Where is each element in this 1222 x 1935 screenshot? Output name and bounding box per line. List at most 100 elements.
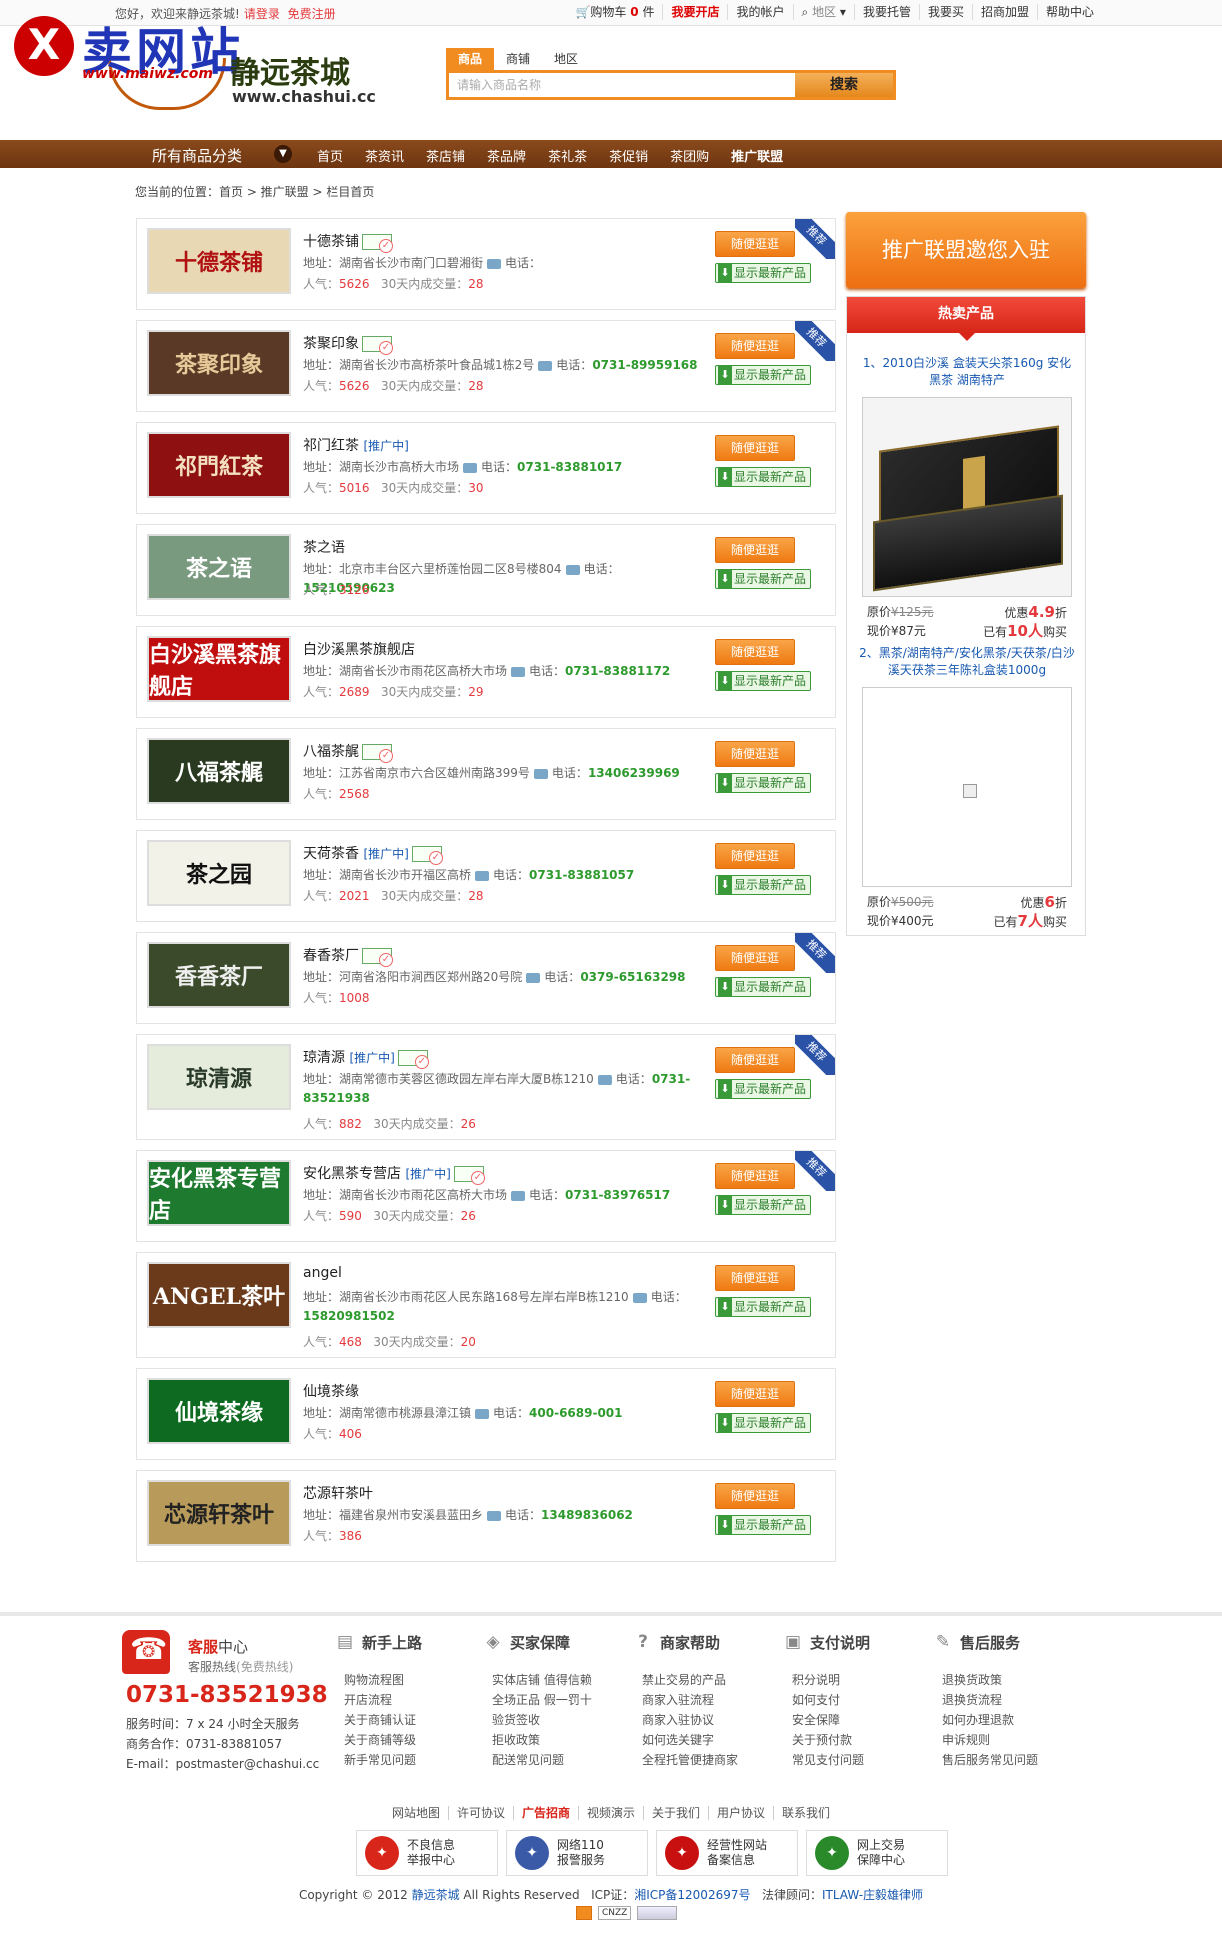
store-logo[interactable]: 芯源轩茶叶: [147, 1480, 291, 1546]
store-name[interactable]: 八福茶艉: [303, 741, 393, 763]
join-link[interactable]: 招商加盟: [971, 4, 1037, 20]
footer-link[interactable]: 售后服务常见问题: [942, 1750, 1082, 1770]
trust-badge[interactable]: ✦ 网络110 报警服务: [506, 1830, 648, 1876]
cnzz-badge[interactable]: CNZZ: [598, 1906, 632, 1920]
footer-link[interactable]: 关于商铺等级: [344, 1730, 484, 1750]
footer-link[interactable]: 退换货流程: [942, 1690, 1082, 1710]
trust-badge[interactable]: ✦ 不良信息 举报中心: [356, 1830, 498, 1876]
footer-link[interactable]: 全场正品 假一罚十: [492, 1690, 632, 1710]
store-name[interactable]: 茶之语: [303, 537, 345, 557]
show-new-products-button[interactable]: 显示最新产品: [715, 263, 811, 283]
show-new-products-button[interactable]: 显示最新产品: [715, 1413, 811, 1433]
law-link[interactable]: ITLAW-庄毅雄律师: [822, 1888, 923, 1902]
store-name[interactable]: 白沙溪黑茶旗舰店: [303, 639, 415, 659]
my-account-link[interactable]: 我的帐户: [727, 4, 792, 20]
visit-store-button[interactable]: 随便逛逛: [715, 1381, 795, 1407]
nav-item-news[interactable]: 茶资讯: [354, 146, 415, 165]
search-tab-shops[interactable]: 商铺: [494, 48, 542, 70]
buy-link[interactable]: 我要买: [918, 4, 972, 20]
footer-link[interactable]: 购物流程图: [344, 1670, 484, 1690]
nav-item-promotions[interactable]: 茶促销: [598, 146, 659, 165]
show-new-products-button[interactable]: 显示最新产品: [715, 773, 811, 793]
footer-link[interactable]: 如何支付: [792, 1690, 932, 1710]
nav-item-affiliate[interactable]: 推广联盟: [720, 146, 794, 165]
nav-item-shops[interactable]: 茶店铺: [415, 146, 476, 165]
store-logo[interactable]: 茶之语: [147, 534, 291, 600]
footer-link[interactable]: 关于商铺认证: [344, 1710, 484, 1730]
all-categories[interactable]: 所有商品分类: [152, 145, 242, 166]
nav-item-home[interactable]: 首页: [306, 146, 354, 165]
trust-badge[interactable]: ✦ 经营性网站 备案信息: [656, 1830, 798, 1876]
footer-link[interactable]: 商家入驻协议: [642, 1710, 782, 1730]
product-title[interactable]: 1、2010白沙溪 盒装天尖茶160g 安化黑茶 湖南特产: [859, 355, 1075, 389]
footer-link[interactable]: 如何办理退款: [942, 1710, 1082, 1730]
footer-link[interactable]: 商家入驻流程: [642, 1690, 782, 1710]
footer-link[interactable]: 积分说明: [792, 1670, 932, 1690]
store-logo[interactable]: 香香茶厂: [147, 942, 291, 1008]
show-new-products-button[interactable]: 显示最新产品: [715, 467, 811, 487]
show-new-products-button[interactable]: 显示最新产品: [715, 875, 811, 895]
nav-item-brands[interactable]: 茶品牌: [476, 146, 537, 165]
product-image[interactable]: [862, 687, 1072, 887]
footer-nav-link[interactable]: 视频演示: [577, 1806, 643, 1820]
footer-link[interactable]: 配送常见问题: [492, 1750, 632, 1770]
show-new-products-button[interactable]: 显示最新产品: [715, 1195, 811, 1215]
show-new-products-button[interactable]: 显示最新产品: [715, 671, 811, 691]
footer-link[interactable]: 申诉规则: [942, 1730, 1082, 1750]
footer-nav-link[interactable]: 用户协议: [708, 1806, 774, 1820]
store-name[interactable]: 春香茶厂: [303, 945, 393, 967]
store-name[interactable]: 天荷茶香 [推广中]: [303, 843, 443, 865]
store-name[interactable]: 茶聚印象: [303, 333, 393, 355]
visit-store-button[interactable]: 随便逛逛: [715, 1047, 795, 1073]
icp-link[interactable]: 湘ICP备12002697号: [634, 1888, 750, 1902]
product-title[interactable]: 2、黑茶/湖南特产/安化黑茶/天茯茶/白沙溪天茯茶三年陈礼盒装1000g: [859, 645, 1075, 679]
visit-store-button[interactable]: 随便逛逛: [715, 1483, 795, 1509]
visit-store-button[interactable]: 随便逛逛: [715, 435, 795, 461]
footer-link[interactable]: 开店流程: [344, 1690, 484, 1710]
show-new-products-button[interactable]: 显示最新产品: [715, 1297, 811, 1317]
footer-link[interactable]: 安全保障: [792, 1710, 932, 1730]
footer-link[interactable]: 拒收政策: [492, 1730, 632, 1750]
copyright-site[interactable]: 静远茶城: [412, 1888, 460, 1902]
footer-link[interactable]: 禁止交易的产品: [642, 1670, 782, 1690]
site-logo-cn[interactable]: 静远茶城: [230, 48, 350, 92]
store-logo[interactable]: ANGEL茶叶: [147, 1262, 291, 1328]
visit-store-button[interactable]: 随便逛逛: [715, 945, 795, 971]
product-image[interactable]: [862, 397, 1072, 597]
visit-store-button[interactable]: 随便逛逛: [715, 741, 795, 767]
visit-store-button[interactable]: 随便逛逛: [715, 333, 795, 359]
visit-store-button[interactable]: 随便逛逛: [715, 231, 795, 257]
store-logo[interactable]: 祁門紅茶: [147, 432, 291, 498]
search-input[interactable]: 请输入商品名称: [449, 73, 795, 97]
store-logo[interactable]: 琼清源: [147, 1044, 291, 1110]
footer-link[interactable]: 如何选关键字: [642, 1730, 782, 1750]
visit-store-button[interactable]: 随便逛逛: [715, 1163, 795, 1189]
store-name[interactable]: 安化黑茶专营店 [推广中]: [303, 1163, 485, 1185]
footer-link[interactable]: 实体店铺 值得信赖: [492, 1670, 632, 1690]
footer-nav-link[interactable]: 联系我们: [773, 1806, 839, 1820]
footer-link[interactable]: 关于预付款: [792, 1730, 932, 1750]
store-name[interactable]: 芯源轩茶叶: [303, 1483, 373, 1503]
show-new-products-button[interactable]: 显示最新产品: [715, 1515, 811, 1535]
visit-store-button[interactable]: 随便逛逛: [715, 639, 795, 665]
footer-link[interactable]: 验货签收: [492, 1710, 632, 1730]
region-dropdown[interactable]: ⌕ 地区 ▾: [792, 4, 854, 20]
store-logo[interactable]: 茶之园: [147, 840, 291, 906]
cart-link[interactable]: 🛒购物车 0 件: [567, 4, 662, 20]
store-logo[interactable]: 十德茶铺: [147, 228, 291, 294]
open-shop-link[interactable]: 我要开店: [662, 4, 727, 20]
chevron-down-icon[interactable]: ▼: [274, 145, 292, 163]
store-logo[interactable]: 仙境茶缘: [147, 1378, 291, 1444]
host-link[interactable]: 我要托管: [853, 4, 919, 20]
search-button[interactable]: 搜索: [795, 73, 893, 97]
store-name[interactable]: 仙境茶缘: [303, 1381, 359, 1401]
search-tab-goods[interactable]: 商品: [446, 48, 495, 70]
store-logo[interactable]: 茶聚印象: [147, 330, 291, 396]
stat-icon[interactable]: [576, 1906, 592, 1920]
show-new-products-button[interactable]: 显示最新产品: [715, 365, 811, 385]
footer-nav-link[interactable]: 关于我们: [643, 1806, 709, 1820]
store-name[interactable]: 琼清源 [推广中]: [303, 1047, 429, 1069]
stat-counter-icon[interactable]: [637, 1906, 678, 1920]
footer-nav-link[interactable]: 广告招商: [512, 1806, 578, 1820]
visit-store-button[interactable]: 随便逛逛: [715, 537, 795, 563]
